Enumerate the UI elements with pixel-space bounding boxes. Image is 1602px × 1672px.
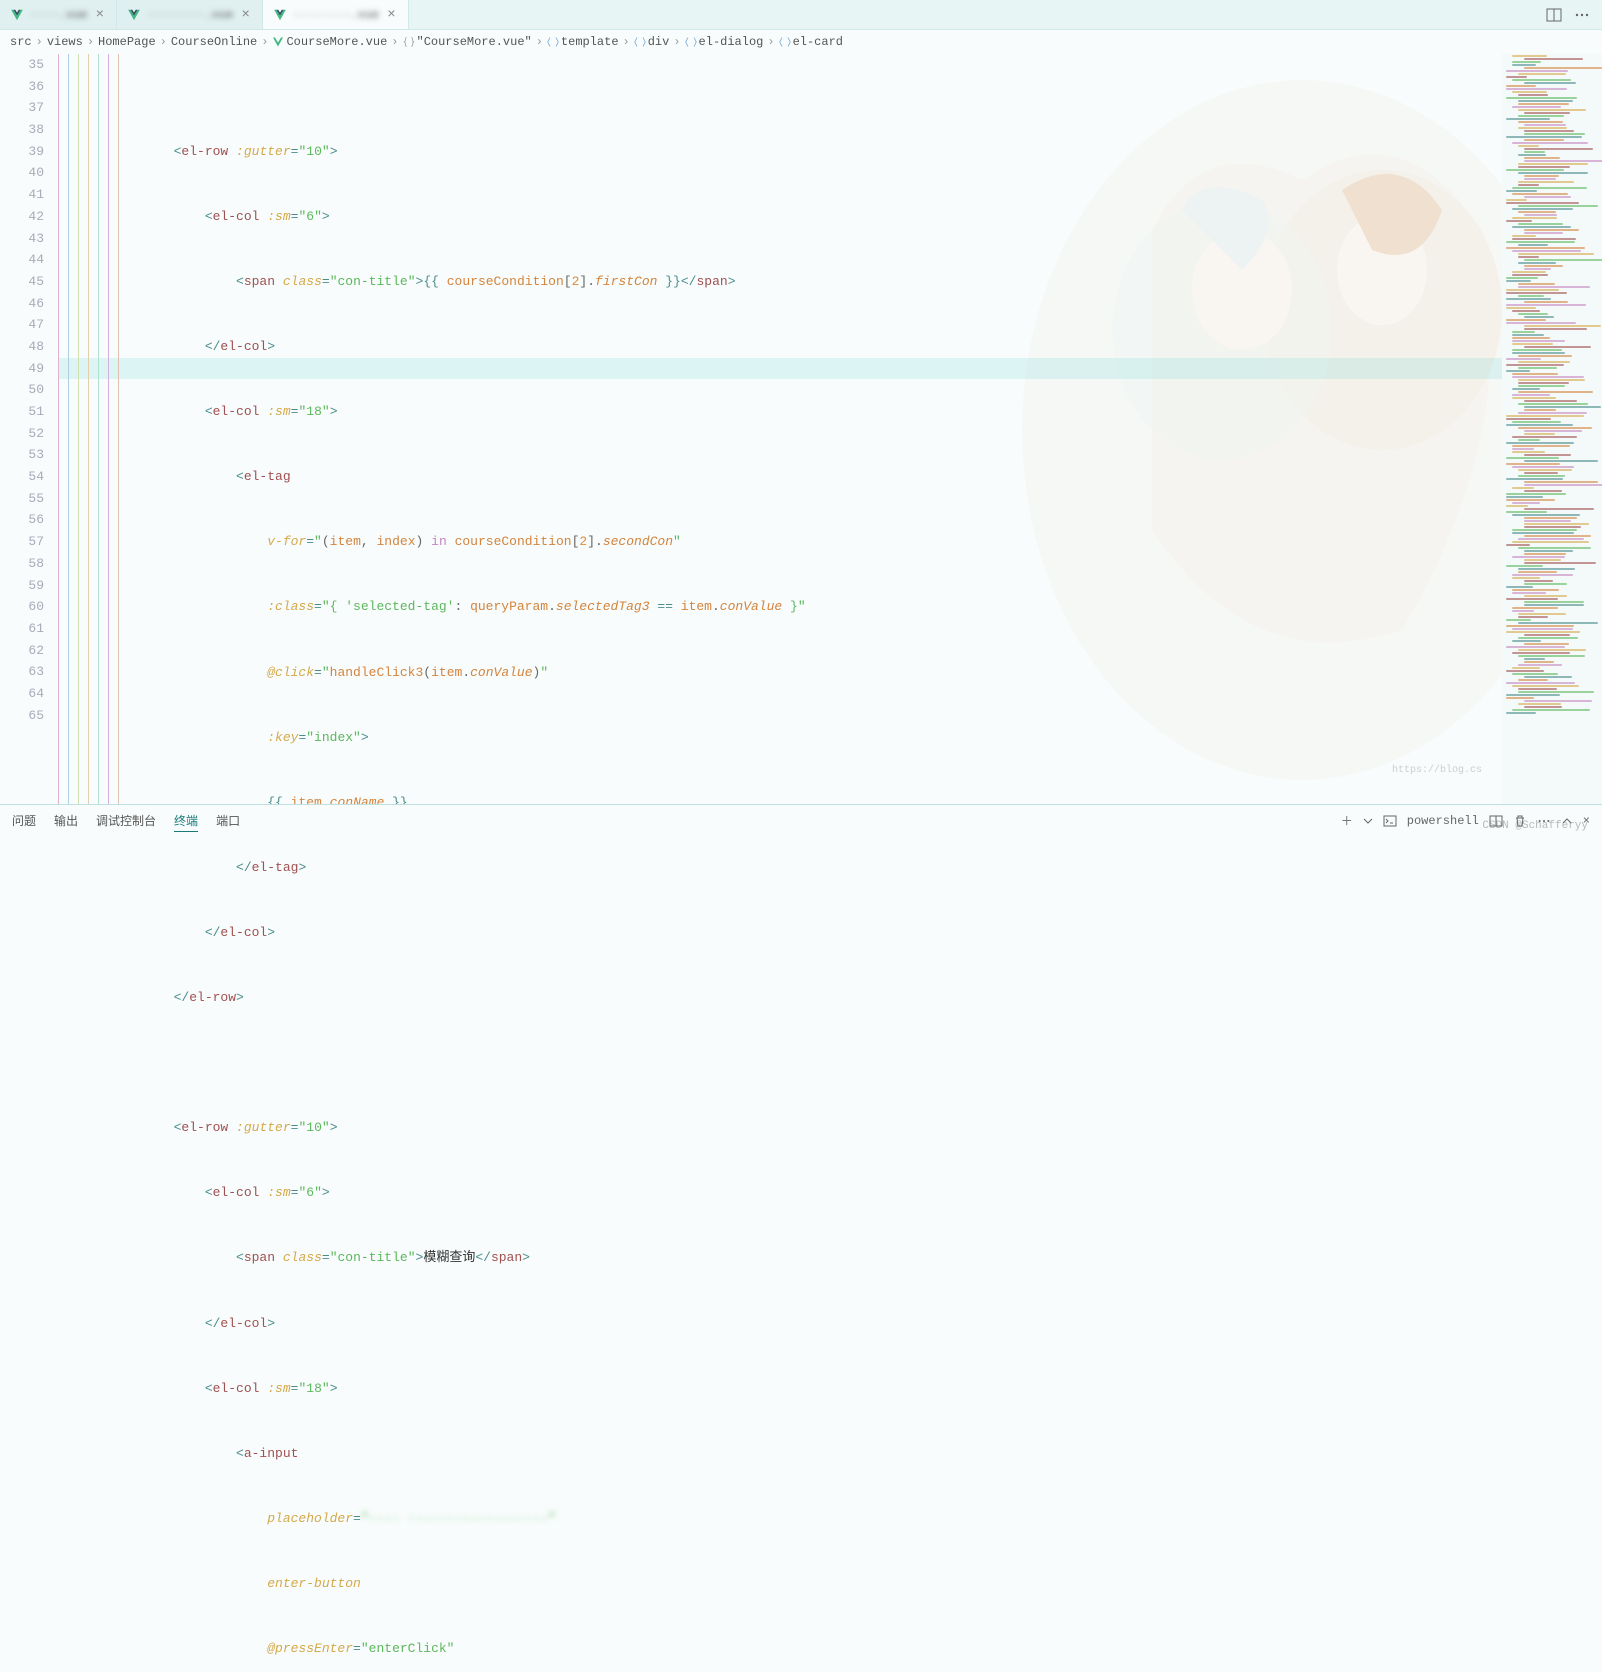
panel-tab-terminal[interactable]: 终端: [174, 810, 198, 832]
line-number: 42: [0, 206, 44, 228]
line-number: 54: [0, 466, 44, 488]
line-number: 59: [0, 575, 44, 597]
line-number-gutter: 3536373839404142434445464748495051525354…: [0, 54, 58, 804]
bottom-panel: 问题 输出 调试控制台 终端 端口 ＋ powershell ×: [0, 804, 1602, 836]
line-number: 49: [0, 358, 44, 380]
close-icon[interactable]: ×: [94, 7, 106, 23]
element-icon: [685, 36, 697, 48]
editor-tab-2[interactable]: ········.vue ×: [117, 0, 263, 29]
tabs-actions: [1546, 0, 1602, 29]
crumb-item[interactable]: div: [634, 35, 670, 49]
vue-file-icon: [272, 36, 284, 48]
split-editor-icon[interactable]: [1546, 7, 1562, 23]
line-number: 58: [0, 553, 44, 575]
watermark-text: CSDN @Schafferyy: [1482, 820, 1588, 832]
line-number: 50: [0, 379, 44, 401]
tab-label: ········.vue: [293, 8, 379, 22]
braces-icon: [403, 36, 415, 48]
watermark-url: https://blog.cs: [1392, 765, 1482, 776]
line-number: 52: [0, 423, 44, 445]
element-icon: [547, 36, 559, 48]
tab-label: ········.vue: [147, 8, 233, 22]
line-number: 62: [0, 640, 44, 662]
crumb-item[interactable]: views: [47, 35, 83, 49]
shell-name: powershell: [1407, 814, 1479, 828]
crumb-item[interactable]: "CourseMore.vue": [403, 35, 532, 49]
line-number: 38: [0, 119, 44, 141]
line-number: 39: [0, 141, 44, 163]
line-number: 48: [0, 336, 44, 358]
close-icon[interactable]: ×: [385, 7, 397, 23]
line-number: 61: [0, 618, 44, 640]
terminal-shell-icon[interactable]: [1383, 814, 1397, 828]
vue-file-icon: [127, 8, 141, 22]
line-number: 47: [0, 314, 44, 336]
vue-file-icon: [10, 8, 24, 22]
line-number: 55: [0, 488, 44, 510]
element-icon: [779, 36, 791, 48]
tab-label: ····.vue: [30, 8, 88, 22]
line-number: 43: [0, 228, 44, 250]
vue-file-icon: [273, 8, 287, 22]
code-editor[interactable]: 3536373839404142434445464748495051525354…: [0, 54, 1602, 804]
element-icon: [634, 36, 646, 48]
chevron-down-icon[interactable]: [1363, 816, 1373, 826]
line-number: 63: [0, 661, 44, 683]
editor-tab-3[interactable]: ········.vue ×: [263, 0, 409, 29]
line-number: 45: [0, 271, 44, 293]
line-number: 65: [0, 705, 44, 727]
line-number: 37: [0, 97, 44, 119]
editor-tabs-bar: ····.vue × ········.vue × ········.vue ×: [0, 0, 1602, 30]
crumb-item[interactable]: el-card: [779, 35, 843, 49]
crumb-item[interactable]: CourseMore.vue: [272, 35, 387, 49]
panel-tab-debug[interactable]: 调试控制台: [96, 810, 156, 832]
line-number: 51: [0, 401, 44, 423]
line-number: 53: [0, 444, 44, 466]
current-line-highlight: [0, 358, 1602, 380]
line-number: 41: [0, 184, 44, 206]
editor-tab-1[interactable]: ····.vue ×: [0, 0, 117, 29]
line-number: 56: [0, 509, 44, 531]
breadcrumb: src› views› HomePage› CourseOnline› Cour…: [0, 30, 1602, 54]
line-number: 60: [0, 596, 44, 618]
close-icon[interactable]: ×: [239, 7, 251, 23]
panel-tabs: 问题 输出 调试控制台 终端 端口: [12, 810, 240, 832]
crumb-item[interactable]: HomePage: [98, 35, 156, 49]
panel-tab-problems[interactable]: 问题: [12, 810, 36, 832]
line-number: 64: [0, 683, 44, 705]
line-number: 44: [0, 249, 44, 271]
crumb-item[interactable]: src: [10, 35, 32, 49]
minimap[interactable]: [1502, 54, 1602, 804]
crumb-item[interactable]: template: [547, 35, 619, 49]
more-actions-icon[interactable]: [1574, 7, 1590, 23]
crumb-item[interactable]: el-dialog: [685, 35, 764, 49]
line-number: 36: [0, 76, 44, 98]
line-number: 57: [0, 531, 44, 553]
line-number: 35: [0, 54, 44, 76]
line-number: 46: [0, 293, 44, 315]
panel-tab-ports[interactable]: 端口: [216, 810, 240, 832]
indent-guides: [58, 54, 158, 804]
new-terminal-icon[interactable]: ＋: [1341, 812, 1353, 829]
line-number: 40: [0, 162, 44, 184]
crumb-item[interactable]: CourseOnline: [171, 35, 257, 49]
code-content[interactable]: <el-row :gutter="10"> <el-col :sm="6"> <…: [158, 54, 1502, 804]
panel-tab-output[interactable]: 输出: [54, 810, 78, 832]
